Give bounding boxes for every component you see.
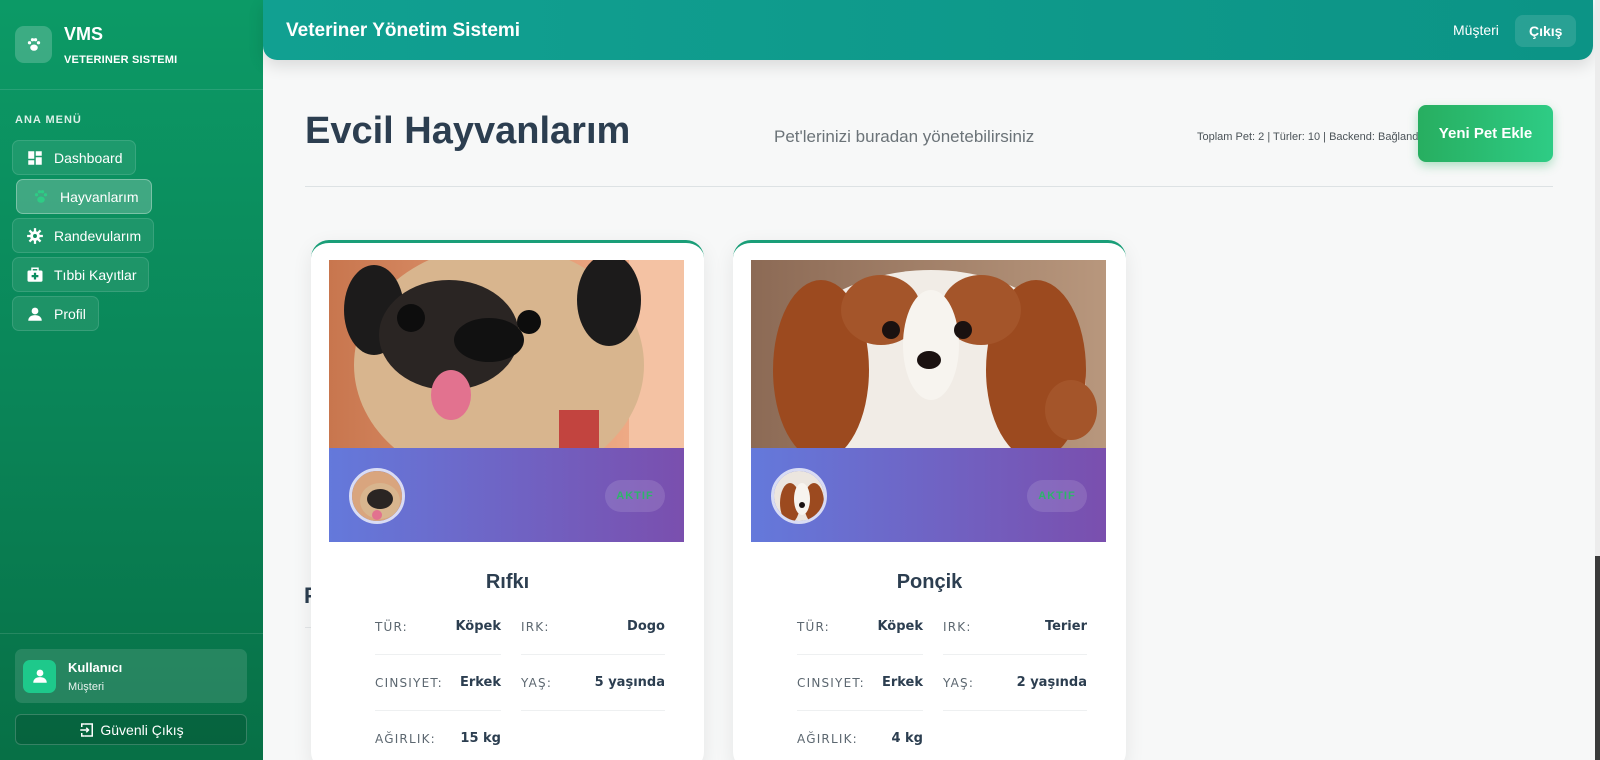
user-role: Müşteri xyxy=(68,680,105,693)
secure-logout-button[interactable]: Güvenli Çıkış xyxy=(15,714,247,745)
weight-label: AĞIRLIK: xyxy=(797,711,857,760)
medical-kit-icon xyxy=(25,265,45,285)
weight-value: 4 kg xyxy=(857,711,923,760)
age-label: YAŞ: xyxy=(943,655,1003,711)
brand-subtitle: VETERINER SISTEMI xyxy=(64,53,178,66)
sidebar-item-label: Randevularım xyxy=(54,227,142,244)
pet-name: Ponçik xyxy=(896,571,963,593)
pet-info-row: CINSIYET: Erkek YAŞ: 5 yaşında xyxy=(351,655,665,711)
sidebar-item-profil[interactable]: Profil xyxy=(12,296,99,331)
user-icon xyxy=(32,669,47,683)
pet-info-row: TÜR: Köpek IRK: Terier xyxy=(773,599,1087,655)
gender-label: CINSIYET: xyxy=(797,655,864,711)
pet-card[interactable]: AKTIF Ponçik TÜR: Köpek IRK: Terier CINS… xyxy=(733,240,1126,760)
stats-text: Toplam Pet: 2 | Türler: 10 | Backend: Ba… xyxy=(1197,131,1418,143)
app-title: Veteriner Yönetim Sistemi xyxy=(286,20,521,41)
gender-label: CINSIYET: xyxy=(375,655,442,711)
header-exit-button[interactable]: Çıkış xyxy=(1515,15,1577,47)
pet-avatar xyxy=(349,468,405,524)
page-title: Evcil Hayvanlarım xyxy=(305,110,631,152)
logout-label: Güvenli Çıkış xyxy=(100,721,184,738)
sidebar-item-hayvanlarim[interactable]: Hayvanlarım xyxy=(16,179,152,214)
pet-info-row: TÜR: Köpek IRK: Dogo xyxy=(351,599,665,655)
brand: VMS VETERINER SISTEMI xyxy=(0,0,263,90)
pet-info-row: CINSIYET: Erkek YAŞ: 2 yaşında xyxy=(773,655,1087,711)
sidebar-item-dashboard[interactable]: Dashboard xyxy=(12,140,136,175)
logout-icon xyxy=(78,721,96,739)
pet-avatar xyxy=(771,468,827,524)
breed-label: IRK: xyxy=(943,599,1003,655)
paw-icon xyxy=(31,187,51,207)
sidebar: VMS VETERINER SISTEMI ANA MENÜ Dashboard… xyxy=(0,0,263,760)
pet-info-row: AĞIRLIK: 15 kg xyxy=(351,711,665,760)
pet-card-band: AKTIF xyxy=(751,448,1106,542)
header-user-label[interactable]: Müşteri xyxy=(1453,22,1499,38)
sidebar-item-randevularim[interactable]: Randevularım xyxy=(12,218,155,253)
brand-title: VMS xyxy=(64,23,104,44)
status-badge: AKTIF xyxy=(1027,480,1087,512)
gear-icon xyxy=(25,226,45,246)
divider xyxy=(305,186,1553,187)
menu-title: ANA MENÜ xyxy=(15,114,82,126)
gender-value: Erkek xyxy=(857,655,923,711)
avatar xyxy=(23,659,56,693)
breed-label: IRK: xyxy=(521,599,581,655)
sidebar-item-tibbi-kayitlar[interactable]: Tıbbi Kayıtlar xyxy=(12,257,150,292)
species-label: TÜR: xyxy=(375,599,435,655)
sidebar-item-label: Tıbbi Kayıtlar xyxy=(54,266,137,283)
status-badge: AKTIF xyxy=(605,480,665,512)
breed-value: Dogo xyxy=(581,599,665,655)
pet-name: Rıfkı xyxy=(485,571,530,593)
sidebar-item-label: Dashboard xyxy=(54,149,123,166)
breed-value: Terier xyxy=(1003,599,1087,655)
species-value: Köpek xyxy=(435,599,501,655)
sidebar-item-label: Profil xyxy=(54,305,86,322)
pet-info-row: AĞIRLIK: 4 kg xyxy=(773,711,1087,760)
age-value: 5 yaşında xyxy=(581,655,665,711)
page-subtitle: Pet'lerinizi buradan yönetebilirsiniz xyxy=(774,127,1035,146)
age-label: YAŞ: xyxy=(521,655,581,711)
gender-value: Erkek xyxy=(435,655,501,711)
species-label: TÜR: xyxy=(797,599,857,655)
pet-photo xyxy=(751,260,1106,448)
top-header: Veteriner Yönetim Sistemi Müşteri Çıkış xyxy=(263,0,1593,60)
user-card: Kullanıcı Müşteri xyxy=(15,649,247,703)
sidebar-item-label: Hayvanlarım xyxy=(60,188,139,205)
age-value: 2 yaşında xyxy=(1003,655,1087,711)
species-value: Köpek xyxy=(857,599,923,655)
user-name: Kullanıcı xyxy=(68,659,123,675)
sidebar-divider xyxy=(0,633,263,634)
user-icon xyxy=(25,304,45,324)
pet-card[interactable]: AKTIF Rıfkı TÜR: Köpek IRK: Dogo CINSIYE… xyxy=(311,240,704,760)
weight-value: 15 kg xyxy=(435,711,501,760)
pet-card-band: AKTIF xyxy=(329,448,684,542)
paw-logo-icon xyxy=(15,26,52,63)
pet-photo xyxy=(329,260,684,448)
weight-label: AĞIRLIK: xyxy=(375,711,435,760)
add-pet-button[interactable]: Yeni Pet Ekle xyxy=(1418,105,1553,162)
scrollbar-thumb[interactable] xyxy=(1595,556,1600,760)
dashboard-icon xyxy=(25,148,45,168)
